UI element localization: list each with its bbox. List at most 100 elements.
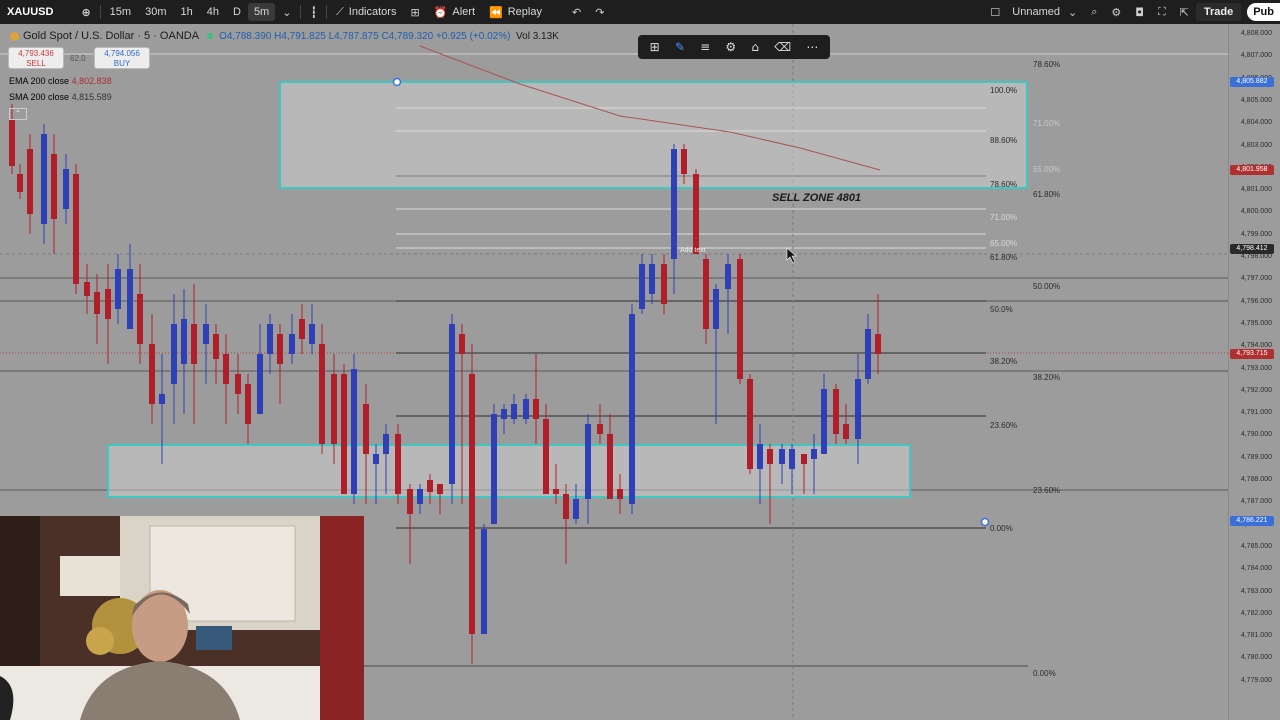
- search-icon[interactable]: ⌕: [1084, 0, 1104, 24]
- camera-icon[interactable]: ◘: [1128, 0, 1151, 24]
- price-tick: 4,808.000: [1240, 30, 1272, 37]
- candle-body: [235, 374, 241, 394]
- trash-icon[interactable]: ⌫: [774, 40, 791, 54]
- candle-body: [757, 444, 763, 469]
- pencil-icon[interactable]: ✎: [675, 40, 685, 54]
- price-tick: 4,785.000: [1240, 542, 1272, 550]
- candle-body: [865, 329, 871, 379]
- candle-body: [383, 434, 389, 454]
- trade-button[interactable]: Trade: [1195, 3, 1242, 21]
- candle-body: [27, 149, 33, 214]
- candle-body: [693, 174, 699, 254]
- square-icon: ☐: [990, 5, 1001, 19]
- candle-body: [725, 264, 731, 289]
- tab-30m[interactable]: 30m: [138, 0, 173, 24]
- plus-circle-icon[interactable]: ⊕: [81, 6, 90, 19]
- sma-legend-row[interactable]: SMA 200 close 4,815.589: [9, 92, 112, 102]
- candle-body: [821, 389, 827, 454]
- replay-button[interactable]: ⏪ Replay: [482, 0, 549, 24]
- fib-label-inner: 100.0%: [990, 86, 1018, 95]
- indicators-button[interactable]: ⟋ Indicators: [329, 0, 403, 24]
- price-tick: 4,793.000: [1240, 364, 1272, 372]
- layout-menu[interactable]: ☐ Unnamed ⌄: [983, 0, 1084, 24]
- undo-icon[interactable]: ↶: [565, 0, 588, 24]
- candle-body: [855, 379, 861, 439]
- settings-icon[interactable]: ⚙: [725, 40, 736, 54]
- chevron-down-icon[interactable]: ⌄: [275, 0, 298, 24]
- candle-body: [351, 369, 357, 494]
- candle-body: [9, 119, 15, 166]
- tab-4h[interactable]: 4h: [200, 0, 226, 24]
- external-link-icon[interactable]: ⇱: [1173, 0, 1196, 24]
- more-icon[interactable]: ⋯: [806, 40, 818, 54]
- fib-anchor-top[interactable]: [392, 77, 402, 87]
- candles-icon[interactable]: ┇: [303, 0, 324, 24]
- tab-5m[interactable]: 5m: [247, 3, 276, 21]
- candle-body: [171, 324, 177, 384]
- fib-label-inner: 61.80%: [990, 253, 1018, 262]
- redo-icon[interactable]: ↷: [588, 0, 611, 24]
- price-tick: 4,789.000: [1240, 453, 1272, 461]
- publish-button[interactable]: Pub: [1247, 3, 1280, 21]
- rewind-icon: ⏪: [489, 5, 503, 19]
- ema-value: 4,802.838: [71, 76, 112, 86]
- candle-body: [223, 354, 229, 384]
- candle-body: [779, 449, 785, 464]
- price-axis[interactable]: 4,808.0004,807.0004,806.0004,805.0004,80…: [1228, 24, 1280, 720]
- symbol-search[interactable]: XAUUSD ⊕: [0, 0, 98, 24]
- price-tick: 4,803.000: [1240, 141, 1272, 149]
- fib-label-outer: 61.80%: [1033, 190, 1061, 199]
- price-tick: 4,784.000: [1240, 565, 1272, 573]
- candle-body: [245, 384, 251, 424]
- lines-icon[interactable]: ≡: [700, 40, 710, 54]
- toolbar-right: ☐ Unnamed ⌄ ⌕ ⚙ ◘ ⛶ ⇱ Trade Pub: [983, 0, 1280, 24]
- replay-label: Replay: [507, 6, 542, 18]
- price-tick: 4,780.000: [1240, 654, 1272, 662]
- candle-body: [543, 419, 549, 494]
- templates-icon[interactable]: ⊞: [650, 40, 660, 54]
- fullscreen-icon[interactable]: ⛶: [1151, 0, 1173, 24]
- lock-icon[interactable]: ⌂: [751, 40, 759, 54]
- chart-legend: Gold Spot / U.S. Dollar · 5 · OANDA O4,7…: [0, 28, 559, 44]
- legend-change: +0.925 (+0.02%): [435, 30, 511, 42]
- sell-button[interactable]: 4,793.436 SELL: [8, 47, 64, 69]
- ema-legend-row[interactable]: EMA 200 close 4,802.838: [9, 76, 112, 86]
- buy-button[interactable]: 4,794.056 BUY: [94, 47, 150, 69]
- candle-body: [585, 424, 591, 499]
- gear-icon[interactable]: ⚙: [1104, 0, 1128, 24]
- candle-body: [801, 454, 807, 464]
- tab-15m[interactable]: 15m: [103, 0, 138, 24]
- legend-open: O4,788.390: [219, 30, 272, 42]
- candle-body: [427, 480, 433, 492]
- tab-d[interactable]: D: [226, 0, 248, 24]
- price-tick: 4,782.000: [1240, 609, 1272, 617]
- candle-body: [629, 314, 635, 504]
- price-tick: 4,807.000: [1240, 52, 1272, 60]
- legend-symbol-row: Gold Spot / U.S. Dollar · 5 · OANDA O4,7…: [0, 28, 559, 44]
- candle-body: [811, 449, 817, 459]
- fib-anchor-bottom[interactable]: [980, 517, 990, 527]
- price-tag: 4,793.715: [1230, 349, 1274, 359]
- collapse-legend-icon[interactable]: ⌃: [9, 108, 27, 120]
- candle-body: [703, 259, 709, 329]
- candle-body: [309, 324, 315, 344]
- tab-1h[interactable]: 1h: [173, 0, 199, 24]
- candle-body: [94, 292, 100, 314]
- fib-label-inner: 88.60%: [990, 136, 1018, 145]
- sell-zone-rectangle[interactable]: [279, 81, 1028, 189]
- webcam-image: [0, 516, 364, 720]
- candle-body: [267, 324, 273, 354]
- fib-label-outer: 0.00%: [1033, 669, 1056, 678]
- candle-body: [713, 289, 719, 329]
- sell-label: SELL: [26, 59, 46, 68]
- candle-body: [181, 319, 187, 364]
- sell-price: 4,793.436: [18, 49, 54, 58]
- candle-body: [573, 499, 579, 519]
- alert-button[interactable]: ⏰ Alert: [427, 0, 482, 24]
- candle-body: [649, 264, 655, 294]
- candle-body: [395, 434, 401, 494]
- add-text-hint[interactable]: Add text: [680, 247, 706, 254]
- layout-grid-icon[interactable]: ⊞: [403, 0, 426, 24]
- fib-label-inner: 71.00%: [990, 213, 1018, 222]
- legend-title[interactable]: Gold Spot / U.S. Dollar · 5 · OANDA: [23, 30, 199, 42]
